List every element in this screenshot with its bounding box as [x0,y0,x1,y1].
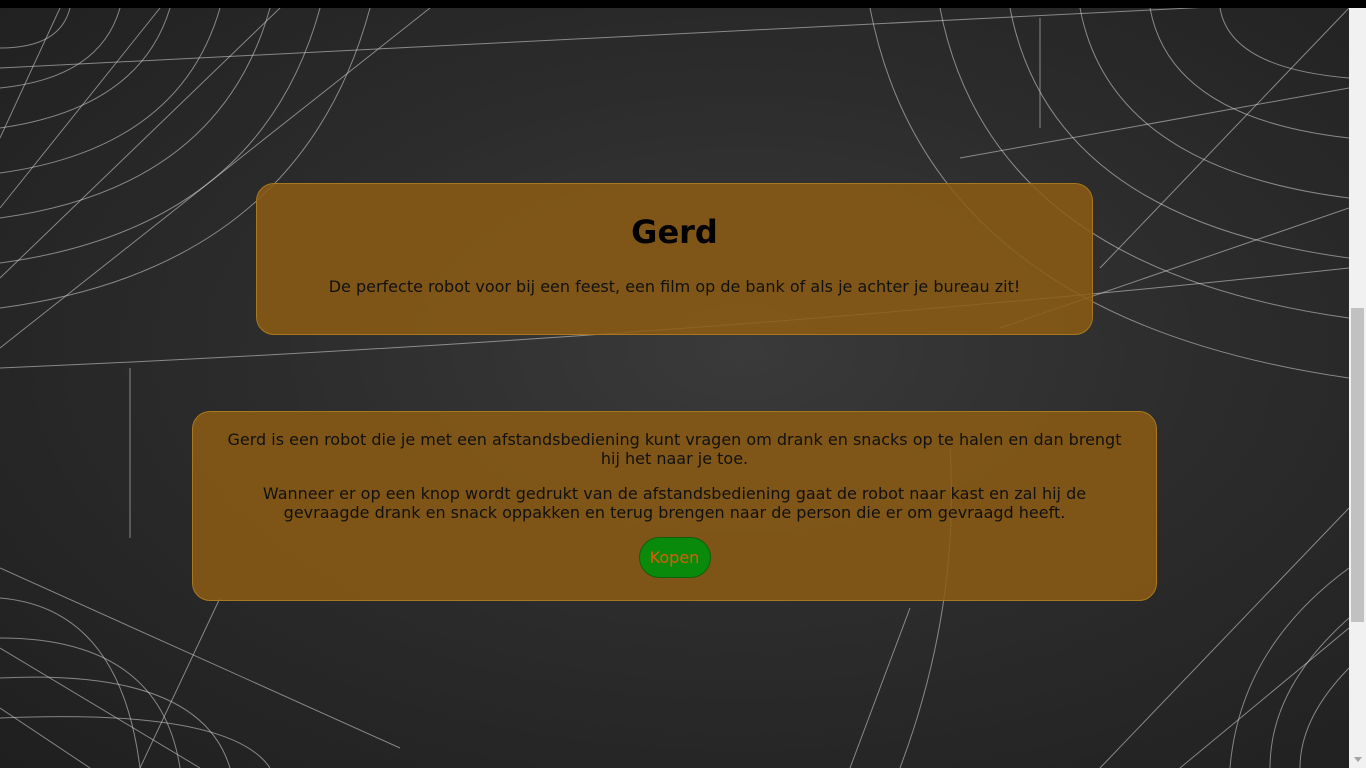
scrollbar-thumb[interactable] [1351,308,1364,622]
spiderweb-icon [0,8,1349,768]
buy-button[interactable]: Kopen [638,537,711,578]
info-paragraph-1: Gerd is een robot die je met een afstand… [227,430,1122,468]
info-card: Gerd is een robot die je met een afstand… [192,411,1157,601]
browser-top-bar [0,0,1366,8]
page-title: Gerd [631,213,718,251]
info-paragraph-2: Wanneer er op een knop wordt gedrukt van… [262,484,1087,522]
hero-subtitle: De perfecte robot voor bij een feest, ee… [328,277,1021,296]
spiderweb-background [0,8,1349,768]
scroll-down-arrow-icon[interactable] [1354,757,1362,762]
hero-card: Gerd De perfecte robot voor bij een fees… [256,183,1093,335]
